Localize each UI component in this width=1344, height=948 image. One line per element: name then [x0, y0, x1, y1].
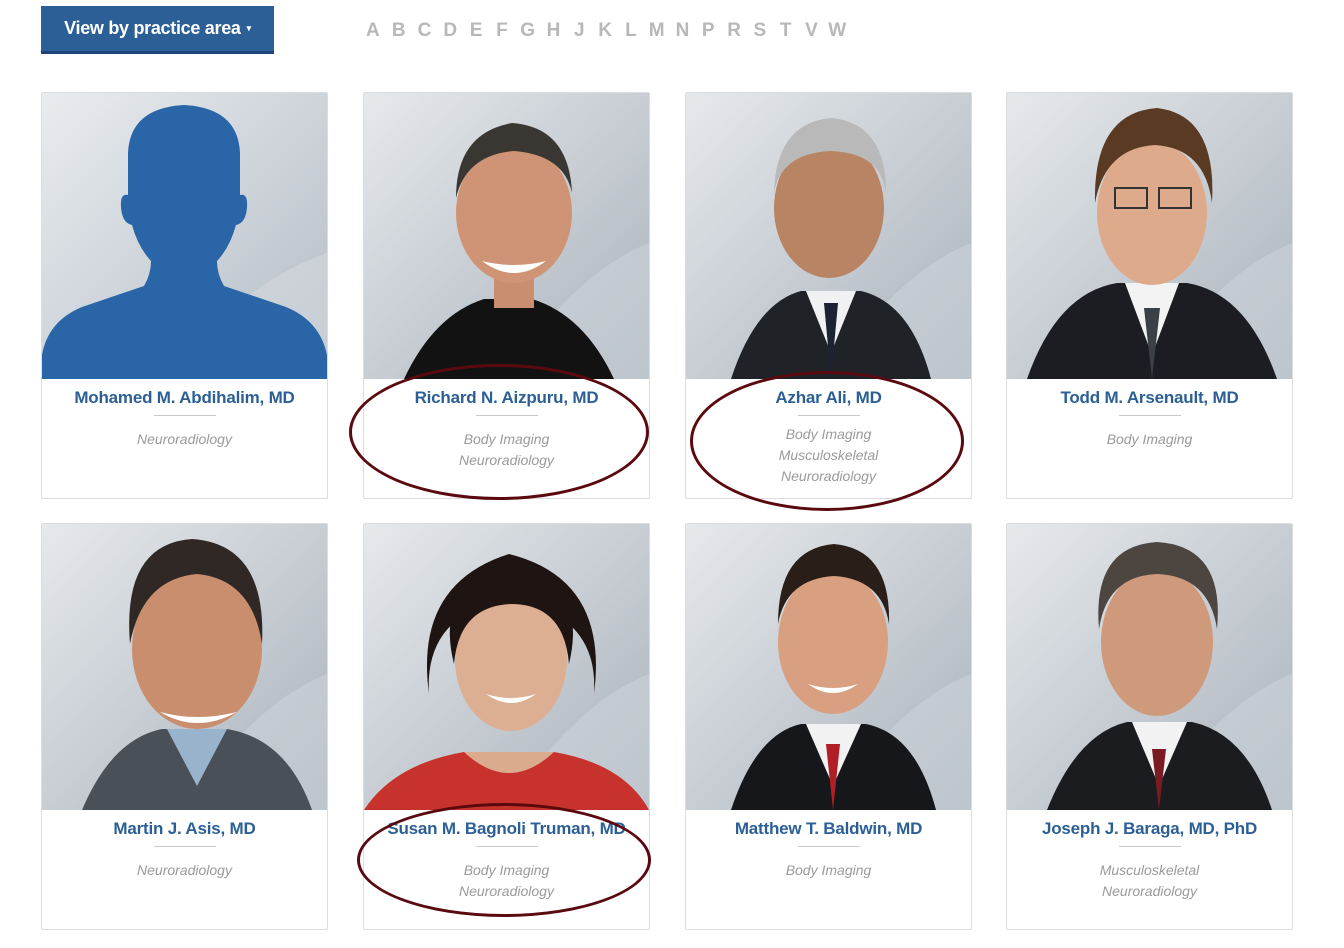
- letter-link[interactable]: T: [773, 20, 799, 44]
- letter-link[interactable]: B: [386, 20, 412, 44]
- doctor-name-link[interactable]: Azhar Ali, MD: [686, 388, 971, 408]
- divider: [154, 846, 216, 847]
- view-by-practice-area-button[interactable]: View by practice area ▾: [41, 6, 274, 54]
- practice-area: Musculoskeletal: [778, 447, 879, 463]
- doctor-photo[interactable]: [686, 93, 971, 379]
- doctor-photo[interactable]: [1007, 524, 1292, 810]
- doctor-name-link[interactable]: Joseph J. Baraga, MD, PhD: [1007, 819, 1292, 839]
- doctor-photo[interactable]: [364, 93, 649, 379]
- divider: [476, 846, 538, 847]
- letter-link[interactable]: V: [799, 20, 825, 44]
- practice-area: Neuroradiology: [459, 452, 554, 468]
- practice-areas: Body Imaging: [1007, 429, 1292, 450]
- doctor-name-link[interactable]: Mohamed M. Abdihalim, MD: [42, 388, 327, 408]
- practice-areas: Body Imaging Neuroradiology: [364, 860, 649, 902]
- divider: [476, 415, 538, 416]
- doctor-photo[interactable]: [42, 524, 327, 810]
- letter-link[interactable]: K: [592, 20, 618, 44]
- doctor-name-link[interactable]: Richard N. Aizpuru, MD: [364, 388, 649, 408]
- doctor-photo[interactable]: [686, 524, 971, 810]
- doctor-card[interactable]: Richard N. Aizpuru, MD Body Imaging Neur…: [363, 92, 650, 499]
- letter-link[interactable]: E: [463, 20, 489, 44]
- doctor-card[interactable]: Martin J. Asis, MD Neuroradiology: [41, 523, 328, 930]
- practice-areas: Neuroradiology: [42, 860, 327, 881]
- practice-area: Neuroradiology: [1102, 883, 1197, 899]
- portrait-image: [364, 524, 649, 810]
- practice-button-label: View by practice area: [64, 18, 241, 38]
- practice-area: Neuroradiology: [781, 468, 876, 484]
- letter-link[interactable]: D: [437, 20, 463, 44]
- divider: [1119, 415, 1181, 416]
- portrait-image: [686, 93, 971, 379]
- practice-areas: Body Imaging Musculoskeletal Neuroradiol…: [686, 424, 971, 487]
- practice-areas: Musculoskeletal Neuroradiology: [1007, 860, 1292, 902]
- portrait-image: [42, 524, 327, 810]
- practice-area: Neuroradiology: [459, 883, 554, 899]
- practice-areas: Body Imaging Neuroradiology: [364, 429, 649, 471]
- doctor-card[interactable]: Azhar Ali, MD Body Imaging Musculoskelet…: [685, 92, 972, 499]
- practice-area: Neuroradiology: [137, 862, 232, 878]
- doctor-photo[interactable]: [364, 524, 649, 810]
- letter-link[interactable]: L: [618, 20, 644, 44]
- letter-link[interactable]: S: [747, 20, 773, 44]
- letter-link[interactable]: F: [489, 20, 515, 44]
- silhouette-icon: [42, 93, 327, 379]
- doctor-name-link[interactable]: Susan M. Bagnoli Truman, MD: [364, 819, 649, 839]
- practice-area: Body Imaging: [785, 862, 872, 878]
- divider: [154, 415, 216, 416]
- divider: [798, 846, 860, 847]
- doctor-card[interactable]: Matthew T. Baldwin, MD Body Imaging: [685, 523, 972, 930]
- caret-down-icon: ▾: [246, 23, 252, 33]
- practice-area: Body Imaging: [463, 862, 550, 878]
- letter-link[interactable]: C: [412, 20, 438, 44]
- practice-area: Body Imaging: [463, 431, 550, 447]
- doctor-card[interactable]: Mohamed M. Abdihalim, MD Neuroradiology: [41, 92, 328, 499]
- divider: [1119, 846, 1181, 847]
- doctor-name-link[interactable]: Todd M. Arsenault, MD: [1007, 388, 1292, 408]
- practice-areas: Body Imaging: [686, 860, 971, 881]
- letter-link[interactable]: G: [515, 20, 541, 44]
- practice-area: Body Imaging: [1106, 431, 1193, 447]
- portrait-image: [364, 93, 649, 379]
- practice-area: Neuroradiology: [137, 431, 232, 447]
- letter-link[interactable]: H: [541, 20, 567, 44]
- doctor-name-link[interactable]: Matthew T. Baldwin, MD: [686, 819, 971, 839]
- doctor-card[interactable]: Joseph J. Baraga, MD, PhD Musculoskeleta…: [1006, 523, 1293, 930]
- practice-areas: Neuroradiology: [42, 429, 327, 450]
- letter-link[interactable]: N: [670, 20, 696, 44]
- letter-link[interactable]: A: [360, 20, 386, 44]
- doctor-photo[interactable]: [1007, 93, 1292, 379]
- portrait-image: [1007, 93, 1292, 379]
- portrait-image: [686, 524, 971, 810]
- alphabet-filter: A B C D E F G H J K L M N P R S T V W: [360, 20, 850, 44]
- letter-link[interactable]: P: [695, 20, 721, 44]
- letter-link[interactable]: R: [721, 20, 747, 44]
- practice-area: Body Imaging: [785, 426, 872, 442]
- divider: [798, 415, 860, 416]
- practice-area: Musculoskeletal: [1099, 862, 1200, 878]
- letter-link[interactable]: M: [644, 20, 670, 44]
- doctor-card[interactable]: Todd M. Arsenault, MD Body Imaging: [1006, 92, 1293, 499]
- doctor-photo-placeholder[interactable]: [42, 93, 327, 379]
- portrait-image: [1007, 524, 1292, 810]
- doctor-card[interactable]: Susan M. Bagnoli Truman, MD Body Imaging…: [363, 523, 650, 930]
- letter-link[interactable]: J: [566, 20, 592, 44]
- doctor-name-link[interactable]: Martin J. Asis, MD: [42, 819, 327, 839]
- letter-link[interactable]: W: [824, 20, 850, 44]
